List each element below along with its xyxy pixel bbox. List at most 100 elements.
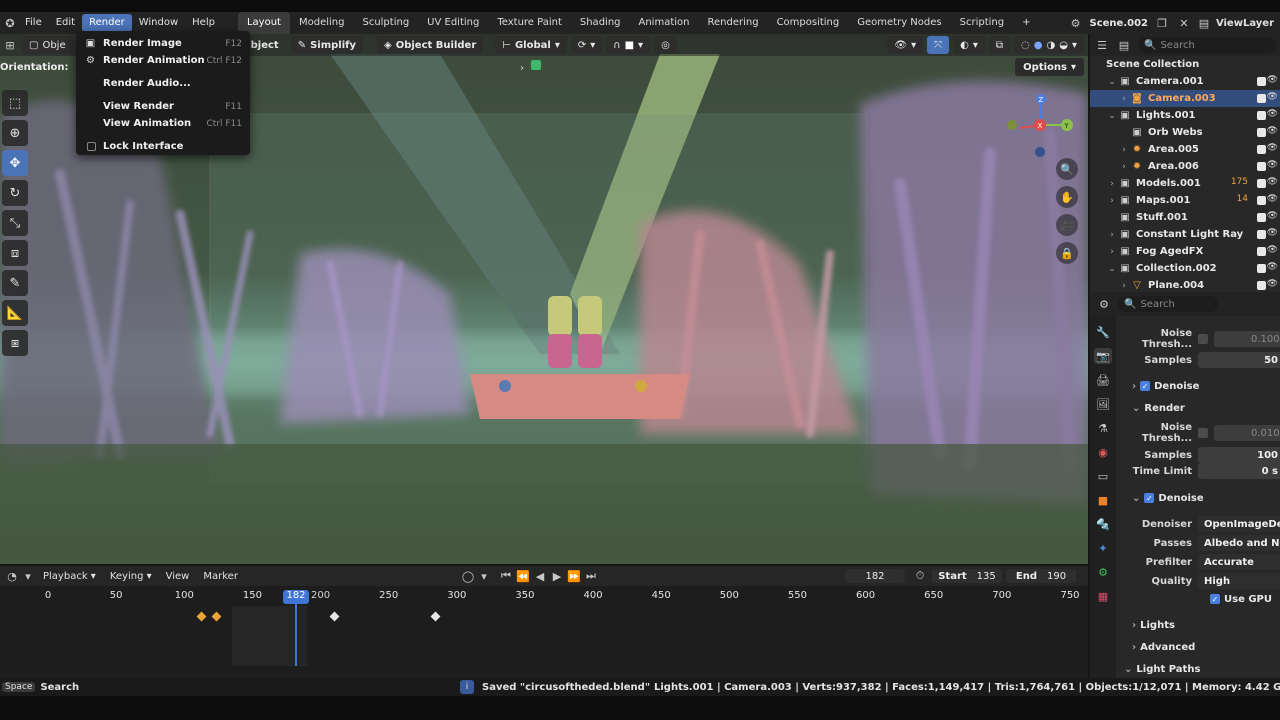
chevron-right-icon[interactable]: › — [1118, 162, 1130, 172]
navigation-gizmo[interactable]: Z Y X — [1006, 90, 1076, 160]
keyframe-marker[interactable] — [329, 611, 340, 622]
camera-view-icon[interactable]: 🎥 — [1056, 214, 1078, 236]
mode-selector[interactable]: ▢ Obje — [22, 36, 73, 54]
end-frame-field[interactable]: End 190 — [1006, 569, 1076, 583]
outliner-row[interactable]: ⌄ ▣ Camera.001 👁 — [1090, 73, 1280, 90]
chevron-down-icon[interactable]: ▾ — [20, 568, 36, 584]
annotate-tool[interactable]: ✎ — [2, 270, 28, 296]
scene-properties-icon[interactable]: ⚗ — [1094, 420, 1112, 436]
pivot-point-dropdown[interactable]: ⟳ ▾ — [570, 36, 603, 54]
scene-icon[interactable]: ⚙ — [1068, 15, 1084, 31]
object-menu[interactable]: bject — [251, 40, 279, 51]
menu-keying[interactable]: Keying ▾ — [103, 571, 159, 582]
quality-dropdown[interactable]: High — [1198, 573, 1280, 589]
tab-shading[interactable]: Shading — [571, 12, 630, 34]
material-shading-icon[interactable]: ◑ — [1047, 40, 1056, 51]
shading-mode-group[interactable]: ◌ ● ◑ ◒ ▾ — [1014, 36, 1084, 54]
exclude-checkbox[interactable] — [1257, 247, 1266, 256]
play-icon[interactable]: ▶ — [549, 568, 565, 584]
copy-scene-icon[interactable]: ❐ — [1154, 15, 1170, 31]
exclude-checkbox[interactable] — [1257, 179, 1266, 188]
jump-start-icon[interactable]: ⏮ — [498, 568, 514, 584]
outliner-row[interactable]: › ▣ Constant Light Ray 👁 — [1090, 226, 1280, 243]
menu-edit[interactable]: Edit — [49, 14, 82, 32]
texture-properties-icon[interactable]: ▦ — [1094, 588, 1112, 604]
outliner-editor-icon[interactable]: ☰ — [1094, 37, 1110, 53]
viewport-samples-field[interactable]: 50 — [1198, 352, 1280, 368]
menu-playback[interactable]: Playback ▾ — [36, 571, 103, 582]
particles-properties-icon[interactable]: ✦ — [1094, 540, 1112, 556]
move-tool[interactable]: ✥ — [2, 150, 28, 176]
eye-icon[interactable]: 👁 — [1267, 75, 1278, 85]
view-animation-item[interactable]: View Animation Ctrl F11 — [76, 115, 250, 132]
playhead-frame-label[interactable]: 182 — [283, 590, 309, 604]
eye-icon[interactable]: 👁 — [1267, 177, 1278, 187]
exclude-checkbox[interactable] — [1257, 128, 1266, 137]
output-properties-icon[interactable]: 🖨 — [1094, 372, 1112, 388]
transform-tool[interactable]: ⧈ — [2, 240, 28, 266]
menu-help[interactable]: Help — [185, 14, 222, 32]
exclude-checkbox[interactable] — [1257, 281, 1266, 290]
render-samples-field[interactable]: 100 — [1198, 447, 1280, 463]
chevron-right-icon[interactable]: › — [1118, 145, 1130, 155]
rendered-shading-icon[interactable]: ◒ — [1059, 40, 1068, 51]
xray-toggle[interactable]: ⧉ — [988, 36, 1011, 54]
render-denoise-checkbox[interactable]: ✓ — [1144, 493, 1155, 503]
playhead-line[interactable] — [295, 604, 297, 666]
eye-icon[interactable]: 👁 — [1267, 262, 1278, 272]
properties-editor-icon[interactable]: ⚙ — [1096, 296, 1112, 312]
eye-icon[interactable]: 👁 — [1267, 160, 1278, 170]
render-properties-icon[interactable]: 📷 — [1094, 348, 1112, 364]
exclude-checkbox[interactable] — [1257, 77, 1266, 86]
denoiser-dropdown[interactable]: OpenImageDe — [1198, 516, 1280, 532]
chevron-right-icon[interactable]: › — [1106, 247, 1118, 257]
eye-icon[interactable]: 👁 — [1267, 194, 1278, 204]
select-box-tool[interactable]: ⬚ — [2, 90, 28, 116]
keyframe-marker[interactable] — [211, 611, 222, 622]
tool-properties-icon[interactable]: 🔧 — [1094, 324, 1112, 340]
properties-search-input[interactable]: 🔍 Search — [1118, 296, 1218, 312]
chevron-right-icon[interactable]: › — [1106, 179, 1118, 189]
start-frame-field[interactable]: Start 135 — [932, 569, 1002, 583]
scene-name[interactable]: Scene.002 — [1090, 18, 1149, 29]
advanced-section[interactable]: › Advanced — [1132, 639, 1195, 655]
eye-icon[interactable]: 👁 — [1267, 211, 1278, 221]
add-workspace-button[interactable]: + — [1013, 12, 1039, 34]
passes-dropdown[interactable]: Albedo and No — [1198, 535, 1280, 551]
measure-tool[interactable]: 📐 — [2, 300, 28, 326]
physics-properties-icon[interactable]: ⚙ — [1094, 564, 1112, 580]
current-frame-field[interactable]: 182 — [845, 569, 905, 583]
tab-compositing[interactable]: Compositing — [768, 12, 849, 34]
options-button[interactable]: Options ▾ — [1015, 58, 1084, 76]
exclude-checkbox[interactable] — [1257, 162, 1266, 171]
viewport-denoise-checkbox[interactable]: ✓ — [1140, 381, 1151, 391]
zoom-icon[interactable]: 🔍 — [1056, 158, 1078, 180]
close-scene-icon[interactable]: ✕ — [1176, 15, 1192, 31]
outliner-row[interactable]: › ▣ Fog AgedFX 👁 — [1090, 243, 1280, 260]
light-paths-section[interactable]: ⌄ Light Paths — [1124, 661, 1200, 677]
exclude-checkbox[interactable] — [1257, 196, 1266, 205]
view-layer-name[interactable]: ViewLayer — [1216, 18, 1274, 29]
outliner-row[interactable]: › ✹ Area.006 👁 — [1090, 158, 1280, 175]
tab-scripting[interactable]: Scripting — [951, 12, 1013, 34]
render-denoise-section[interactable]: ⌄ ✓ Denoise — [1132, 490, 1204, 506]
eye-icon[interactable]: 👁 — [1267, 245, 1278, 255]
outliner-row[interactable]: › ▣ Maps.001 14 👁 — [1090, 192, 1280, 209]
exclude-checkbox[interactable] — [1257, 264, 1266, 273]
outliner-row[interactable]: › ✹ Area.005 👁 — [1090, 141, 1280, 158]
world-properties-icon[interactable]: ◉ — [1094, 444, 1112, 460]
outliner-row[interactable]: ▣ Stuff.001 👁 — [1090, 209, 1280, 226]
object-properties-icon[interactable]: ■ — [1094, 492, 1112, 508]
lights-section[interactable]: › Lights — [1132, 617, 1175, 633]
render-animation-item[interactable]: ⚙ Render Animation Ctrl F12 — [76, 52, 250, 69]
tab-texture-paint[interactable]: Texture Paint — [488, 12, 571, 34]
outliner-row[interactable]: ⌄ ▣ Collection.002 👁 — [1090, 260, 1280, 277]
object-builder-button[interactable]: ◈ Object Builder — [377, 36, 484, 54]
add-cube-tool[interactable]: ⧆ — [2, 330, 28, 356]
chevron-down-icon[interactable]: ▾ — [476, 568, 492, 584]
menu-window[interactable]: Window — [132, 14, 185, 32]
exclude-checkbox[interactable] — [1257, 94, 1266, 103]
visibility-dropdown[interactable]: 👁 ▾ — [887, 36, 924, 54]
outliner-row[interactable]: ⌄ ▣ Lights.001 👁 — [1090, 107, 1280, 124]
render-section[interactable]: ⌄ Render — [1132, 400, 1185, 416]
